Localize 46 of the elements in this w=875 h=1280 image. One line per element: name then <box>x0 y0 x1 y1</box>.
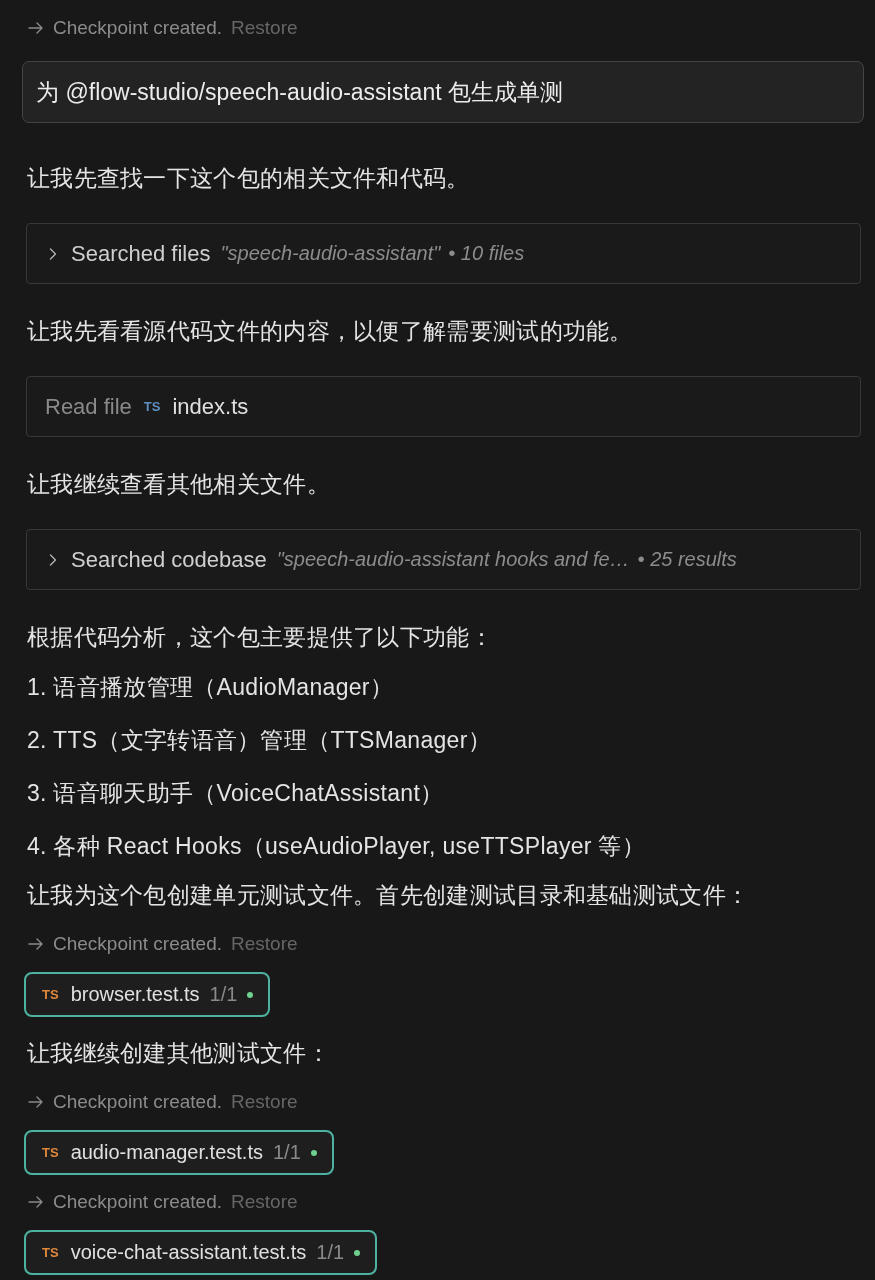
message-text: 让我为这个包创建单元测试文件。首先创建测试目录和基础测试文件： <box>26 881 750 910</box>
file-name: browser.test.ts <box>70 983 200 1006</box>
list-item-text: 4. 各种 React Hooks（useAudioPlayer, useTTSPlayer 等） <box>26 832 646 861</box>
arrow-icon <box>28 22 44 34</box>
arrow-icon <box>28 1196 44 1208</box>
tool-label: Searched files <box>71 240 211 267</box>
change-count: 1/1 <box>209 983 238 1006</box>
message-text: 让我继续查看其他相关文件。 <box>26 470 330 499</box>
read-file-card[interactable]: Read file TS index.ts <box>26 376 861 437</box>
arrow-icon <box>28 1096 44 1108</box>
checkpoint-text: Checkpoint created. <box>53 17 222 39</box>
tool-label: Searched codebase <box>71 546 267 573</box>
search-result-card[interactable]: Searched files "speech-audio-assistant" • 10 files <box>26 223 861 284</box>
file-name: voice-chat-assistant.test.ts <box>70 1241 307 1264</box>
user-message: 为 @flow-studio/speech-audio-assistant 包生成单测 <box>22 61 864 123</box>
file-name: index.ts <box>172 393 249 420</box>
file-chip[interactable]: TS voice-chat-assistant.test.ts 1/1 <box>24 1230 378 1275</box>
file-type-text: TS <box>42 1245 59 1260</box>
checkpoint-text: Checkpoint created. <box>53 1191 222 1213</box>
file-type-text: TS <box>143 399 161 414</box>
tool-label: Read file <box>45 393 132 420</box>
change-count: 1/1 <box>316 1241 345 1264</box>
checkpoint-text: Checkpoint created. <box>53 933 222 955</box>
file-type-text: TS <box>42 987 59 1002</box>
file-name: audio-manager.test.ts <box>70 1141 263 1164</box>
status-dot-icon <box>247 991 254 998</box>
file-chip[interactable]: TS audio-manager.test.ts 1/1 <box>24 1130 334 1175</box>
message-text: 让我继续创建其他测试文件： <box>26 1039 330 1068</box>
file-chip[interactable]: TS browser.test.ts 1/1 <box>24 972 271 1017</box>
message-text: 根据代码分析，这个包主要提供了以下功能： <box>26 623 493 652</box>
arrow-icon <box>28 938 44 950</box>
query-text: "speech-audio-assistant hooks and fe… <box>276 548 630 571</box>
result-count: • 25 results <box>637 548 737 571</box>
list-item-text: 1. 语音播放管理（AudioManager） <box>26 673 394 702</box>
message-text: 让我先看看源代码文件的内容，以便了解需要测试的功能。 <box>26 317 633 346</box>
list-item-text: 2. TTS（文字转语音）管理（TTSManager） <box>26 726 491 755</box>
file-type-text: TS <box>42 1145 59 1160</box>
query-text: "speech-audio-assistant" <box>220 242 441 265</box>
status-dot-icon <box>354 1249 361 1256</box>
status-dot-icon <box>310 1149 317 1156</box>
list-item-text: 3. 语音聊天助手（VoiceChatAssistant） <box>26 779 444 808</box>
search-result-card[interactable]: Searched codebase "speech-audio-assistant hooks and fe… • 25 results <box>26 529 861 590</box>
result-count: • 10 files <box>448 242 525 265</box>
change-count: 1/1 <box>272 1141 301 1164</box>
checkpoint-text: Checkpoint created. <box>53 1091 222 1113</box>
message-text: 让我先查找一下这个包的相关文件和代码。 <box>26 164 470 193</box>
